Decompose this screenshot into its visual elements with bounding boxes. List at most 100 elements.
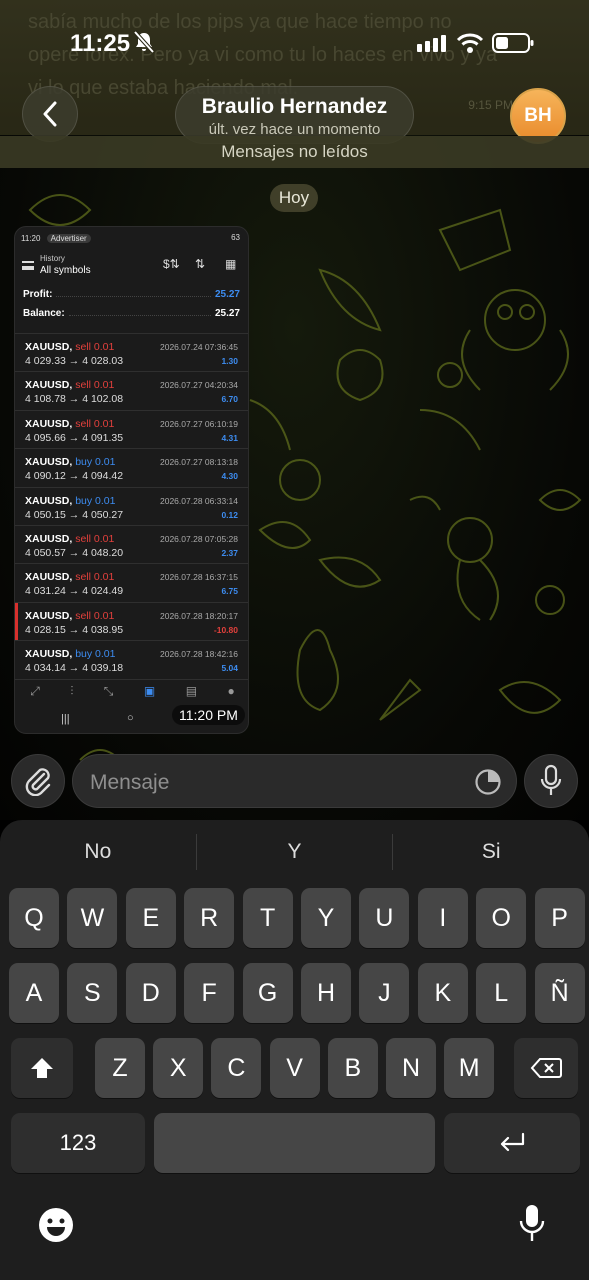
deal-date: 2026.07.27 08:13:18: [160, 457, 238, 468]
balance-label: Balance:: [23, 308, 65, 319]
suggestion-1[interactable]: No: [0, 834, 196, 870]
key-p[interactable]: P: [534, 888, 585, 948]
date-chip: Hoy: [270, 184, 318, 212]
voice-record-button[interactable]: [524, 754, 578, 808]
suggestion-2[interactable]: Y: [197, 834, 393, 870]
numbers-key[interactable]: 123: [11, 1113, 145, 1173]
balance-value: 25.27: [214, 308, 240, 319]
deal-list: XAUUSD, sell 0.01 4 029.33 → 4 028.03 2026…: [15, 334, 248, 680]
balance-row: Balance: 25.27: [23, 308, 240, 327]
microphone-icon: [540, 764, 562, 795]
chevron-left-icon: [43, 101, 57, 127]
backspace-key[interactable]: [514, 1038, 578, 1098]
deal-side: buy 0.01: [75, 494, 116, 507]
key-v[interactable]: V: [269, 1038, 320, 1098]
deal-prices: 4 028.15 → 4 038.95: [25, 623, 124, 636]
deal-symbol: XAUUSD, sell 0.01: [25, 379, 114, 391]
screenshot-header-small: History: [40, 254, 65, 263]
key-t[interactable]: T: [242, 888, 293, 948]
key-d[interactable]: D: [125, 963, 176, 1023]
key-ñ[interactable]: Ñ: [534, 963, 585, 1023]
history-icon: ▣: [143, 684, 156, 698]
deal-symbol-text: XAUUSD,: [25, 609, 73, 622]
return-icon: [500, 1132, 525, 1152]
deal-date: 2026.07.28 18:42:16: [160, 649, 238, 660]
key-y[interactable]: Y: [301, 888, 351, 948]
table-row: XAUUSD, buy 0.01 4 034.14 → 4 039.18 2026.…: [15, 641, 248, 680]
key-w[interactable]: W: [67, 888, 118, 948]
deal-date: 2026.07.24 07:36:45: [160, 342, 238, 352]
deal-prices: 4 095.66 → 4 091.35: [25, 431, 124, 444]
status-bar: 11:25: [0, 0, 589, 88]
photo-timestamp: 11:20 PM: [172, 705, 245, 725]
key-m[interactable]: M: [444, 1038, 495, 1098]
key-k[interactable]: K: [417, 963, 468, 1023]
table-row: XAUUSD, sell 0.01 4 029.33 → 4 028.03 2026…: [15, 334, 248, 373]
key-n[interactable]: N: [386, 1038, 436, 1098]
backspace-icon: [530, 1058, 562, 1078]
key-a[interactable]: A: [9, 963, 59, 1023]
screenshot-header: History All symbols $⇅ ⇅ ▦: [15, 249, 248, 281]
key-l[interactable]: L: [476, 963, 527, 1023]
deal-profit: 1.30: [221, 356, 238, 366]
deal-symbol: XAUUSD, sell 0.01: [25, 341, 114, 353]
deal-profit: 5.04: [221, 663, 238, 674]
key-z[interactable]: Z: [95, 1038, 145, 1098]
deal-side: buy 0.01: [75, 456, 116, 469]
key-q[interactable]: Q: [9, 888, 59, 948]
deal-side: sell 0.01: [75, 417, 115, 430]
table-row: XAUUSD, sell 0.01 4 095.66 → 4 091.35 2026…: [15, 411, 248, 450]
deal-prices: 4 031.24 → 4 024.49: [25, 585, 124, 598]
key-c[interactable]: C: [211, 1038, 262, 1098]
deal-date: 2026.07.28 16:37:15: [160, 572, 238, 583]
home-circle-icon: ○: [127, 712, 134, 724]
composer: Mensaje: [0, 750, 589, 814]
key-e[interactable]: E: [125, 888, 176, 948]
space-bar[interactable]: [154, 1113, 435, 1173]
message-input[interactable]: Mensaje: [72, 754, 517, 808]
deal-symbol-text: XAUUSD,: [25, 417, 73, 430]
dictation-microphone-icon[interactable]: [519, 1204, 545, 1244]
deal-symbol: XAUUSD, sell 0.01: [25, 418, 114, 430]
deal-side: sell 0.01: [75, 379, 115, 392]
signal-icon: [417, 35, 446, 52]
table-row: XAUUSD, sell 0.01 4 028.15 → 4 038.95 2026…: [15, 602, 248, 642]
status-time: 11:25: [70, 30, 131, 57]
keyboard: No Y Si QWERTYUIOP ASDFGHJKLÑ ZXCVBNM 123: [0, 820, 589, 1280]
key-u[interactable]: U: [359, 888, 410, 948]
deal-profit: 4.31: [221, 432, 238, 443]
sticker-icon[interactable]: [474, 768, 502, 796]
key-i[interactable]: I: [417, 888, 468, 948]
key-h[interactable]: H: [301, 963, 351, 1023]
back-button[interactable]: [22, 86, 78, 142]
key-j[interactable]: J: [359, 963, 410, 1023]
contact-name: Braulio Hernandez: [201, 95, 388, 118]
key-r[interactable]: R: [184, 888, 235, 948]
key-b[interactable]: B: [327, 1038, 378, 1098]
deal-symbol-text: XAUUSD,: [25, 571, 73, 584]
photo-message[interactable]: 11:20 Advertiser 63 History All symbols …: [14, 226, 249, 734]
deal-profit: 6.70: [221, 394, 238, 405]
deal-prices: 4 050.57 → 4 048.20: [25, 546, 124, 559]
hamburger-icon: [22, 261, 34, 270]
key-o[interactable]: O: [476, 888, 527, 948]
deal-symbol: XAUUSD, sell 0.01: [25, 571, 114, 583]
key-f[interactable]: F: [184, 963, 235, 1023]
message-placeholder: Mensaje: [90, 771, 170, 794]
deal-date: 2026.07.28 18:20:17: [160, 610, 238, 621]
calendar-icon: ▦: [225, 257, 237, 271]
emoji-icon[interactable]: [37, 1206, 75, 1244]
key-g[interactable]: G: [242, 963, 293, 1023]
deal-prices: 4 029.33 → 4 028.03: [25, 355, 124, 367]
sort-icon: ⇅: [195, 257, 206, 271]
key-s[interactable]: S: [67, 963, 118, 1023]
attach-button[interactable]: [11, 754, 65, 808]
key-x[interactable]: X: [153, 1038, 204, 1098]
suggestion-3[interactable]: Si: [393, 834, 589, 870]
table-row: XAUUSD, sell 0.01 4 108.78 → 4 102.08 2026…: [15, 372, 248, 411]
shift-key[interactable]: [11, 1038, 73, 1098]
screenshot-battery: 63: [231, 233, 240, 242]
deal-side: sell 0.01: [75, 532, 115, 545]
deal-date: 2026.07.28 06:33:14: [160, 495, 238, 506]
return-key[interactable]: [444, 1113, 580, 1173]
